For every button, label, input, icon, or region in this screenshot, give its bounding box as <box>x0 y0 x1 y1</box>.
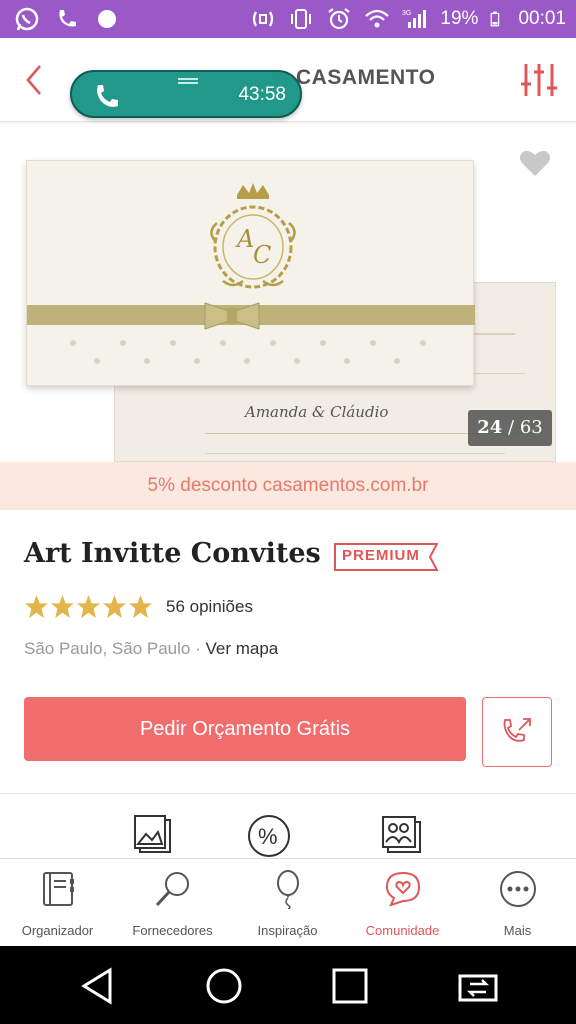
discount-icon[interactable]: % <box>246 814 292 858</box>
nav-organizador[interactable]: Organizador <box>0 859 115 947</box>
drag-handle[interactable] <box>178 78 198 84</box>
bottom-navigation: Organizador Fornecedores Inspiração Comu… <box>0 858 576 946</box>
sliders-icon[interactable] <box>518 60 560 100</box>
premium-badge: PREMIUM <box>334 543 438 571</box>
nav-fornecedores[interactable]: Fornecedores <box>115 859 230 947</box>
recents-square-icon[interactable] <box>330 966 370 1006</box>
svg-text:C: C <box>253 241 271 269</box>
photos-icon[interactable] <box>132 814 178 858</box>
vendor-location: São Paulo, São Paulo · Ver mapa <box>24 639 278 659</box>
call-vendor-button[interactable] <box>482 697 552 767</box>
ribbon-bow <box>204 302 260 330</box>
discount-banner[interactable]: 5% desconto casamentos.com.br <box>0 462 576 510</box>
battery-icon <box>491 11 500 27</box>
svg-text:%: % <box>258 824 278 849</box>
star-icon <box>25 595 48 618</box>
album-icon[interactable] <box>380 814 426 858</box>
svg-text:3G: 3G <box>402 10 411 17</box>
invitation-card-image: A C <box>26 160 475 386</box>
divider <box>0 793 576 794</box>
star-icon <box>129 595 152 618</box>
invitation-names: Amanda & Cláudio <box>245 403 389 421</box>
nav-mais[interactable]: Mais <box>460 859 575 947</box>
clock: 00:01 <box>518 8 566 29</box>
whatsapp-icon <box>15 7 39 31</box>
gallery-counter: 24 / 63 <box>468 410 552 446</box>
phone-outgoing-icon <box>503 718 531 742</box>
vibrate-icon <box>291 9 312 29</box>
home-circle-icon[interactable] <box>204 966 244 1006</box>
battery-percent: 19% <box>440 8 479 29</box>
monogram-crest: A C <box>210 183 296 289</box>
back-triangle-icon[interactable] <box>78 966 118 1006</box>
call-timer: 43:58 <box>238 84 286 105</box>
reviews-link[interactable]: 56 opiniões <box>166 597 253 617</box>
request-quote-button[interactable]: Pedir Orçamento Grátis <box>24 697 466 761</box>
status-bar: 3G 19% 00:01 <box>0 0 576 38</box>
more-icon <box>500 871 536 907</box>
balloon-icon <box>277 870 299 909</box>
signal-icon: 3G <box>402 10 427 28</box>
pearl-dots <box>70 340 426 364</box>
location-text: São Paulo, São Paulo · <box>24 639 206 658</box>
heart-icon[interactable] <box>518 148 552 178</box>
alarm-icon <box>328 8 351 30</box>
magnifier-icon <box>155 872 189 907</box>
star-icon <box>77 595 100 618</box>
star-icon <box>103 595 126 618</box>
chevron-left-icon[interactable] <box>18 60 54 100</box>
nav-inspiracao[interactable]: Inspiração <box>230 859 345 947</box>
switch-app-icon[interactable] <box>458 966 498 1006</box>
rating-stars <box>24 594 153 619</box>
ongoing-call-bubble[interactable]: 43:58 <box>70 70 302 118</box>
phone-icon <box>59 10 76 27</box>
vendor-name: Art Invitte Convites <box>24 538 321 569</box>
system-navigation-bar <box>0 946 576 1024</box>
photo-gallery[interactable]: Amanda & Cláudio A C 24 / 63 <box>0 124 576 462</box>
page-title: CASAMENTO <box>296 66 436 89</box>
map-link[interactable]: Ver mapa <box>205 639 278 658</box>
chat-heart-icon <box>385 871 421 907</box>
notebook-icon <box>43 872 74 906</box>
circle-icon <box>98 10 116 28</box>
star-icon <box>51 595 74 618</box>
nav-comunidade[interactable]: Comunidade <box>345 859 460 947</box>
nfc-icon <box>253 11 274 27</box>
svg-text:A: A <box>235 225 254 253</box>
wifi-icon <box>365 9 390 28</box>
phone-icon <box>97 85 118 107</box>
